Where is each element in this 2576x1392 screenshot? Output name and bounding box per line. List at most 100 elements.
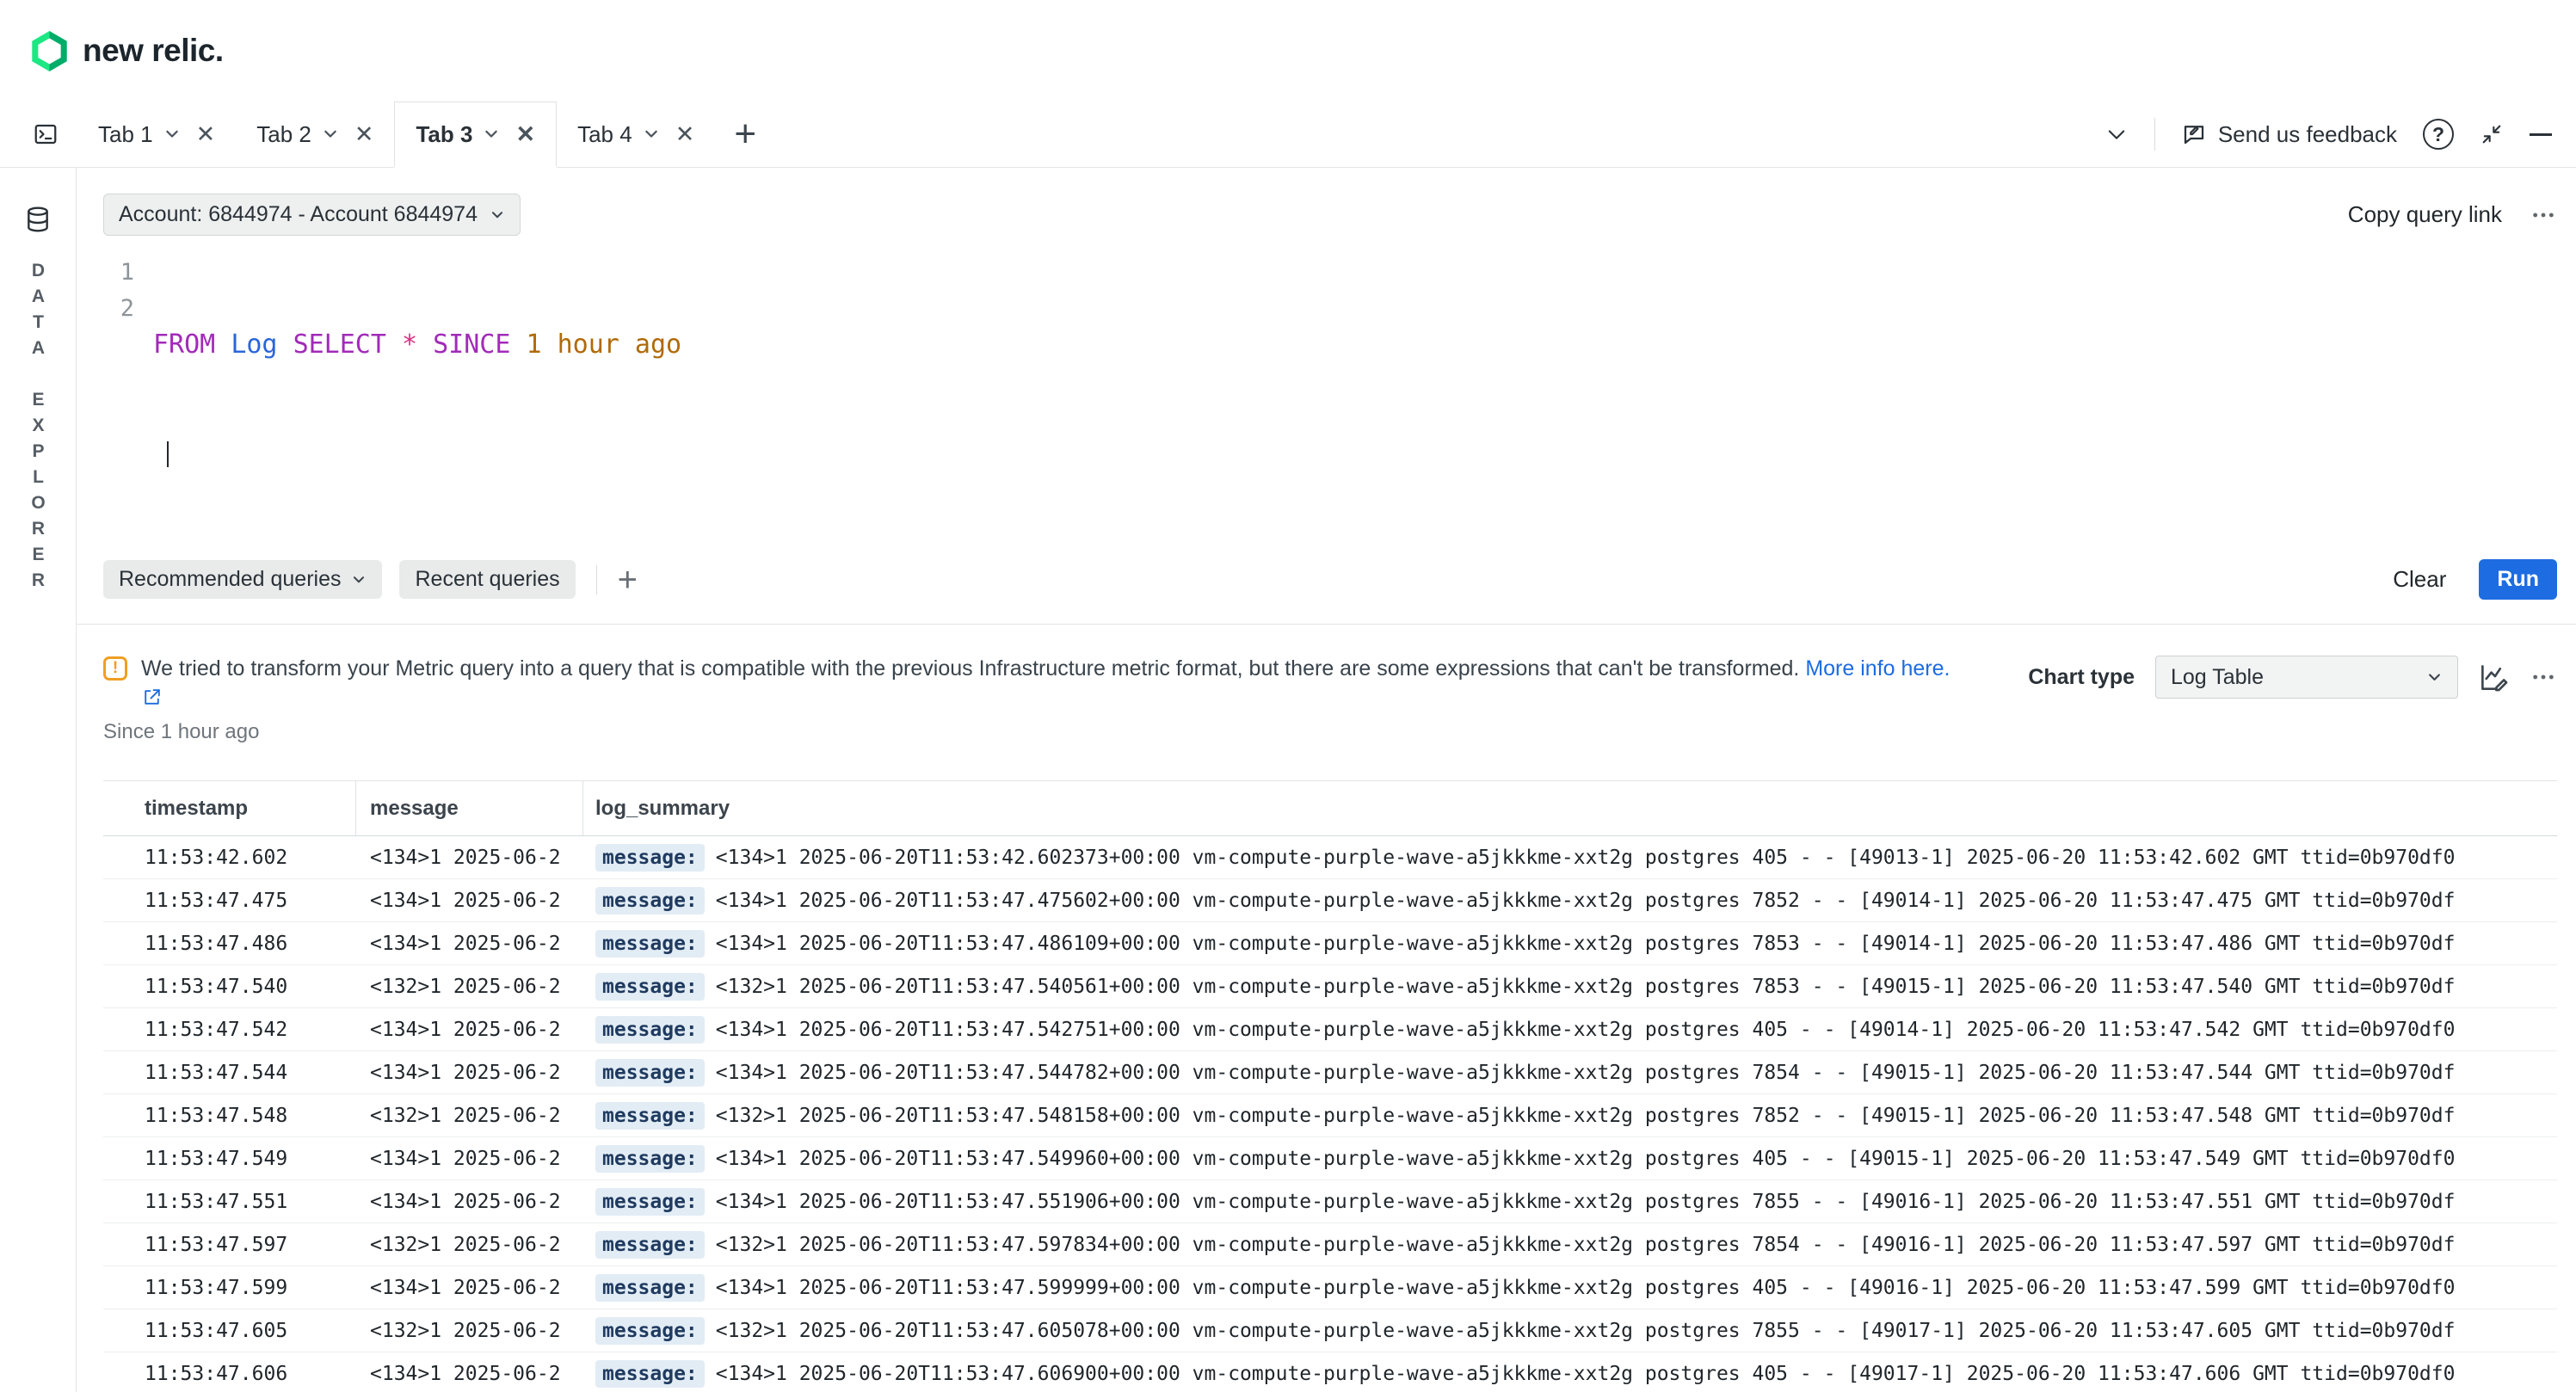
cell-timestamp: 11:53:47.551 (103, 1191, 356, 1213)
table-row[interactable]: 11:53:47.605<132>1 2025-06-2message:<132… (103, 1309, 2557, 1352)
text-cursor (167, 441, 169, 467)
send-feedback-button[interactable]: Send us feedback (2181, 121, 2397, 148)
warning-icon: ! (103, 656, 127, 681)
chart-type-label: Chart type (2028, 665, 2135, 690)
chart-type-select[interactable]: Log Table (2155, 656, 2458, 699)
tab-strip: Tab 1✕Tab 2✕Tab 3✕ Tab 4 ✕ (77, 102, 715, 167)
cell-timestamp: 11:53:47.599 (103, 1277, 356, 1299)
table-row[interactable]: 11:53:47.599<134>1 2025-06-2message:<134… (103, 1266, 2557, 1309)
recommended-queries-button[interactable]: Recommended queries (103, 560, 382, 599)
help-button[interactable]: ? (2423, 119, 2454, 150)
table-row[interactable]: 11:53:47.606<134>1 2025-06-2message:<134… (103, 1352, 2557, 1392)
table-row[interactable]: 11:53:47.548<132>1 2025-06-2message:<132… (103, 1094, 2557, 1137)
warning-line: ! We tried to transform your Metric quer… (103, 654, 1994, 683)
external-link-icon (141, 687, 163, 708)
cell-log-summary: message:<132>1 2025-06-20T11:53:47.54815… (583, 1102, 2557, 1130)
table-row[interactable]: 11:53:47.475<134>1 2025-06-2message:<134… (103, 879, 2557, 922)
cell-message: <132>1 2025-06-2 (356, 1105, 583, 1127)
summary-text: <134>1 2025-06-20T11:53:47.606900+00:00 … (716, 1363, 2557, 1385)
more-options-button[interactable] (2530, 201, 2557, 229)
table-row[interactable]: 11:53:42.602<134>1 2025-06-2message:<134… (103, 836, 2557, 879)
more-info-link[interactable]: More info here. (1805, 656, 1950, 681)
cell-log-summary: message:<134>1 2025-06-20T11:53:47.54996… (583, 1145, 2557, 1173)
close-tab-icon[interactable]: ✕ (196, 123, 216, 146)
tab-1[interactable]: Tab 1✕ (77, 102, 236, 167)
cell-timestamp: 11:53:47.544 (103, 1062, 356, 1084)
external-link-line[interactable] (141, 687, 1994, 708)
summary-key-chip: message: (595, 1059, 705, 1087)
editor-code[interactable]: FROM Log SELECT * SINCE 1 hour ago (153, 255, 681, 544)
query-console-icon[interactable] (26, 114, 65, 154)
nrql-editor[interactable]: 1 2 FROM Log SELECT * SINCE 1 hour ago (103, 255, 2557, 544)
close-tab-icon[interactable]: ✕ (675, 123, 695, 146)
column-header-timestamp[interactable]: timestamp (103, 781, 356, 835)
summary-text: <134>1 2025-06-20T11:53:47.551906+00:00 … (716, 1191, 2557, 1213)
account-selector-label: Account: 6844974 - Account 6844974 (119, 202, 478, 227)
cell-log-summary: message:<132>1 2025-06-20T11:53:47.60507… (583, 1317, 2557, 1345)
column-header-log-summary[interactable]: log_summary (583, 781, 2557, 835)
table-row[interactable]: 11:53:47.544<134>1 2025-06-2message:<134… (103, 1051, 2557, 1094)
column-header-message[interactable]: message (356, 781, 583, 835)
chart-more-options-button[interactable] (2530, 663, 2557, 691)
table-row[interactable]: 11:53:47.542<134>1 2025-06-2message:<134… (103, 1008, 2557, 1051)
cell-log-summary: message:<132>1 2025-06-20T11:53:47.59783… (583, 1231, 2557, 1259)
run-button[interactable]: Run (2479, 559, 2557, 600)
help-glyph: ? (2432, 123, 2444, 146)
query-code-line-2 (153, 435, 681, 471)
summary-text: <134>1 2025-06-20T11:53:47.549960+00:00 … (716, 1148, 2557, 1170)
summary-key-chip: message: (595, 1274, 705, 1302)
tab-4[interactable]: Tab 4 ✕ (557, 102, 715, 167)
chevron-down-icon[interactable] (163, 126, 181, 143)
summary-text: <134>1 2025-06-20T11:53:47.542751+00:00 … (716, 1019, 2557, 1041)
edit-chart-button[interactable] (2479, 662, 2509, 693)
query-token: SELECT (293, 330, 386, 360)
tab-label: Tab 4 (577, 121, 632, 148)
database-icon[interactable] (24, 206, 52, 233)
table-row[interactable]: 11:53:47.597<132>1 2025-06-2message:<132… (103, 1223, 2557, 1266)
new-relic-logo-icon (29, 31, 70, 71)
summary-text: <134>1 2025-06-20T11:53:47.486109+00:00 … (716, 933, 2557, 955)
summary-key-chip: message: (595, 887, 705, 915)
query-actions-row: Recommended queries Recent queries + Cle… (103, 544, 2557, 624)
rail-label: DATA EXPLORER (28, 261, 48, 596)
table-row[interactable]: 11:53:47.549<134>1 2025-06-2message:<134… (103, 1137, 2557, 1180)
chevron-down-icon (351, 572, 367, 588)
clear-button[interactable]: Clear (2393, 566, 2446, 593)
cell-timestamp: 11:53:47.486 (103, 933, 356, 955)
query-header-right: Copy query link (2348, 201, 2557, 229)
query-code-line: FROM Log SELECT * SINCE 1 hour ago (153, 327, 681, 363)
close-tab-icon[interactable]: ✕ (515, 123, 535, 146)
minimize-icon[interactable] (2530, 133, 2552, 136)
recent-queries-label: Recent queries (415, 567, 559, 592)
copy-query-link[interactable]: Copy query link (2348, 201, 2502, 228)
table-row[interactable]: 11:53:47.540<132>1 2025-06-2message:<132… (103, 965, 2557, 1008)
main-area: DATA EXPLORER Account: 6844974 - Account… (0, 168, 2576, 1392)
feedback-label: Send us feedback (2218, 121, 2397, 148)
tab-2[interactable]: Tab 2✕ (236, 102, 394, 167)
tab-overflow-chevron-icon[interactable] (2105, 122, 2129, 146)
summary-text: <134>1 2025-06-20T11:53:47.475602+00:00 … (716, 890, 2557, 912)
tab-3[interactable]: Tab 3✕ (394, 102, 557, 168)
query-pane-header: Account: 6844974 - Account 6844974 Copy … (103, 194, 2557, 236)
query-actions-right: Clear Run (2393, 559, 2557, 600)
log-table: timestamp message log_summary 11:53:42.6… (103, 780, 2557, 1392)
chart-edit-icon (2479, 662, 2509, 693)
table-row[interactable]: 11:53:47.551<134>1 2025-06-2message:<134… (103, 1180, 2557, 1223)
summary-key-chip: message: (595, 1317, 705, 1345)
table-row[interactable]: 11:53:47.486<134>1 2025-06-2message:<134… (103, 922, 2557, 965)
collapse-window-icon[interactable] (2480, 122, 2504, 146)
chevron-down-icon[interactable] (483, 126, 500, 143)
recent-queries-button[interactable]: Recent queries (399, 560, 575, 599)
cell-message: <134>1 2025-06-2 (356, 1062, 583, 1084)
more-horizontal-icon (2530, 663, 2557, 691)
content-area: Account: 6844974 - Account 6844974 Copy … (77, 168, 2576, 1392)
line-number: 2 (103, 291, 134, 327)
add-query-button[interactable]: + (618, 563, 638, 597)
summary-key-chip: message: (595, 1102, 705, 1130)
new-tab-button[interactable]: + (715, 115, 775, 153)
account-selector[interactable]: Account: 6844974 - Account 6844974 (103, 194, 521, 236)
close-tab-icon[interactable]: ✕ (354, 123, 374, 146)
chevron-down-icon[interactable] (322, 126, 339, 143)
cell-message: <134>1 2025-06-2 (356, 1148, 583, 1170)
chevron-down-icon[interactable] (643, 126, 660, 143)
